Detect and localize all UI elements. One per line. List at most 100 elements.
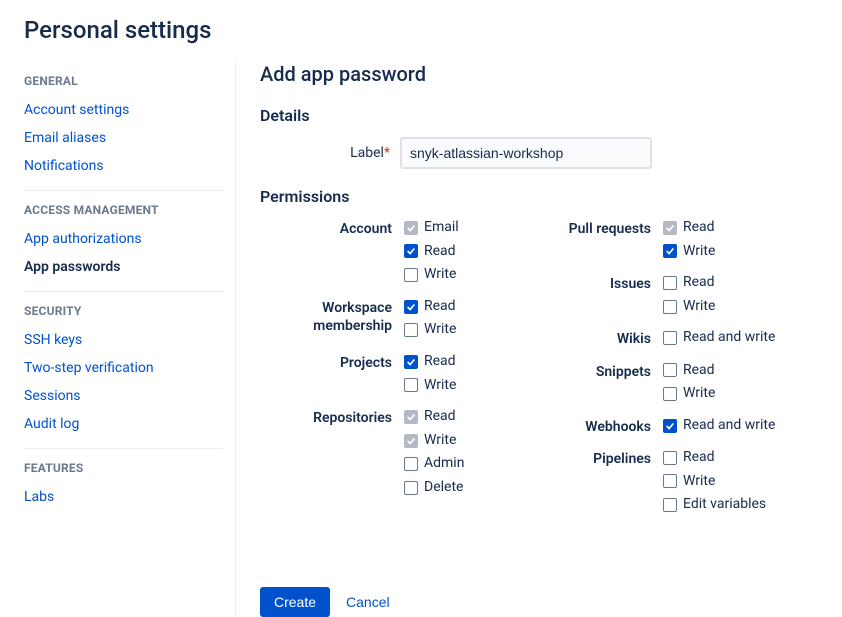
perm-group-label: Issues bbox=[545, 273, 663, 316]
perm-option: Write bbox=[404, 376, 456, 396]
page-title: Personal settings bbox=[0, 16, 842, 44]
perm-option-label: Read and write bbox=[683, 416, 775, 436]
checkbox-write[interactable] bbox=[663, 387, 677, 401]
perm-options: Read Write bbox=[663, 218, 715, 261]
sidebar-item-sessions[interactable]: Sessions bbox=[24, 382, 223, 410]
create-button[interactable]: Create bbox=[260, 587, 330, 617]
required-indicator: * bbox=[384, 145, 390, 161]
perm-options: Read Write bbox=[404, 352, 456, 395]
sidebar-item-email-aliases[interactable]: Email aliases bbox=[24, 124, 223, 152]
perm-option: Read bbox=[663, 361, 715, 381]
perm-option: Read bbox=[404, 352, 456, 372]
perm-option-label: Edit variables bbox=[683, 495, 766, 515]
perm-option: Write bbox=[404, 431, 464, 451]
permissions-container: AccountEmailReadWriteWorkspace membershi… bbox=[260, 218, 830, 527]
permissions-column-right: Pull requestsReadWriteIssuesReadWriteWik… bbox=[545, 218, 830, 527]
perm-option: Read bbox=[663, 448, 766, 468]
perm-options: ReadWrite bbox=[663, 273, 715, 316]
perm-group-label: Projects bbox=[260, 352, 404, 395]
checkbox-email bbox=[404, 221, 418, 235]
form-title: Add app password bbox=[260, 62, 830, 86]
perm-option: Read bbox=[404, 242, 459, 262]
checkbox-write[interactable] bbox=[663, 244, 677, 258]
cancel-button[interactable]: Cancel bbox=[342, 587, 394, 617]
perm-option-label: Write bbox=[683, 297, 715, 317]
perm-options: ReadWriteAdminDelete bbox=[404, 407, 464, 497]
perm-option: Edit variables bbox=[663, 495, 766, 515]
checkbox-read[interactable] bbox=[663, 363, 677, 377]
sidebar-item-audit-log[interactable]: Audit log bbox=[24, 410, 223, 438]
perm-group-label: Account bbox=[260, 218, 404, 285]
sidebar-group-title: SECURITY bbox=[24, 304, 223, 318]
checkbox-admin[interactable] bbox=[404, 457, 418, 471]
perm-option-label: Write bbox=[424, 431, 456, 451]
details-heading: Details bbox=[260, 106, 830, 125]
perm-group-pipelines: Pipelines Read Write Edit variables bbox=[545, 448, 830, 515]
perm-option-label: Admin bbox=[424, 454, 464, 474]
perm-group-label: Snippets bbox=[545, 361, 663, 404]
perm-option-label: Email bbox=[424, 218, 459, 238]
perm-option: Email bbox=[404, 218, 459, 238]
label-field-label: Label* bbox=[260, 145, 400, 161]
label-input[interactable] bbox=[400, 137, 652, 169]
perm-option-label: Write bbox=[424, 320, 456, 340]
perm-option-label: Read bbox=[424, 297, 456, 317]
perm-group-projects: ProjectsRead Write bbox=[260, 352, 545, 395]
perm-options: Read and write bbox=[663, 416, 775, 436]
sidebar-item-account-settings[interactable]: Account settings bbox=[24, 96, 223, 124]
perm-group-label: Webhooks bbox=[545, 416, 663, 436]
sidebar-item-app-authorizations[interactable]: App authorizations bbox=[24, 225, 223, 253]
sidebar-item-notifications[interactable]: Notifications bbox=[24, 152, 223, 180]
perm-option-label: Delete bbox=[424, 478, 463, 498]
perm-option-label: Read bbox=[424, 242, 456, 262]
perm-option: Write bbox=[663, 242, 715, 262]
checkbox-read[interactable] bbox=[663, 451, 677, 465]
sidebar-item-ssh-keys[interactable]: SSH keys bbox=[24, 326, 223, 354]
perm-option: Read and write bbox=[663, 328, 775, 348]
perm-options: Read and write bbox=[663, 328, 775, 348]
perm-option-label: Read bbox=[683, 361, 715, 381]
perm-group-label: Pull requests bbox=[545, 218, 663, 261]
perm-options: Read Write Edit variables bbox=[663, 448, 766, 515]
perm-option-label: Write bbox=[683, 384, 715, 404]
sidebar-group-title: GENERAL bbox=[24, 74, 223, 88]
perm-option-label: Write bbox=[683, 242, 715, 262]
checkbox-read-and-write[interactable] bbox=[663, 331, 677, 345]
checkbox-delete[interactable] bbox=[404, 481, 418, 495]
checkbox-write bbox=[404, 434, 418, 448]
checkbox-write[interactable] bbox=[404, 378, 418, 392]
perm-group-snippets: Snippets Read Write bbox=[545, 361, 830, 404]
perm-options: Read Write bbox=[663, 361, 715, 404]
perm-group-issues: IssuesReadWrite bbox=[545, 273, 830, 316]
perm-group-account: AccountEmailReadWrite bbox=[260, 218, 545, 285]
checkbox-read[interactable] bbox=[404, 244, 418, 258]
sidebar-item-labs[interactable]: Labs bbox=[24, 483, 223, 511]
checkbox-read bbox=[663, 221, 677, 235]
perm-option-label: Write bbox=[424, 376, 456, 396]
checkbox-read[interactable] bbox=[663, 276, 677, 290]
permissions-column-left: AccountEmailReadWriteWorkspace membershi… bbox=[260, 218, 545, 527]
perm-option-label: Read bbox=[683, 448, 715, 468]
sidebar-divider bbox=[24, 190, 223, 191]
checkbox-edit-variables[interactable] bbox=[663, 498, 677, 512]
main-content: Add app password Details Label* Permissi… bbox=[236, 62, 842, 617]
checkbox-read-and-write[interactable] bbox=[663, 419, 677, 433]
perm-option: Write bbox=[663, 384, 715, 404]
perm-option-label: Read bbox=[683, 218, 715, 238]
checkbox-read[interactable] bbox=[404, 300, 418, 314]
checkbox-write[interactable] bbox=[404, 268, 418, 282]
settings-sidebar: GENERAL Account settingsEmail aliasesNoti… bbox=[0, 62, 236, 617]
checkbox-write[interactable] bbox=[404, 323, 418, 337]
checkbox-read[interactable] bbox=[404, 355, 418, 369]
perm-option: Write bbox=[663, 472, 766, 492]
sidebar-divider bbox=[24, 291, 223, 292]
perm-group-repositories: RepositoriesReadWriteAdminDelete bbox=[260, 407, 545, 497]
sidebar-item-app-passwords[interactable]: App passwords bbox=[24, 253, 223, 281]
perm-group-pull-requests: Pull requests Read Write bbox=[545, 218, 830, 261]
perm-option: Admin bbox=[404, 454, 464, 474]
perm-group-label: Pipelines bbox=[545, 448, 663, 515]
checkbox-write[interactable] bbox=[663, 474, 677, 488]
form-actions: Create Cancel bbox=[260, 587, 830, 617]
sidebar-item-two-step-verification[interactable]: Two-step verification bbox=[24, 354, 223, 382]
checkbox-write[interactable] bbox=[663, 300, 677, 314]
